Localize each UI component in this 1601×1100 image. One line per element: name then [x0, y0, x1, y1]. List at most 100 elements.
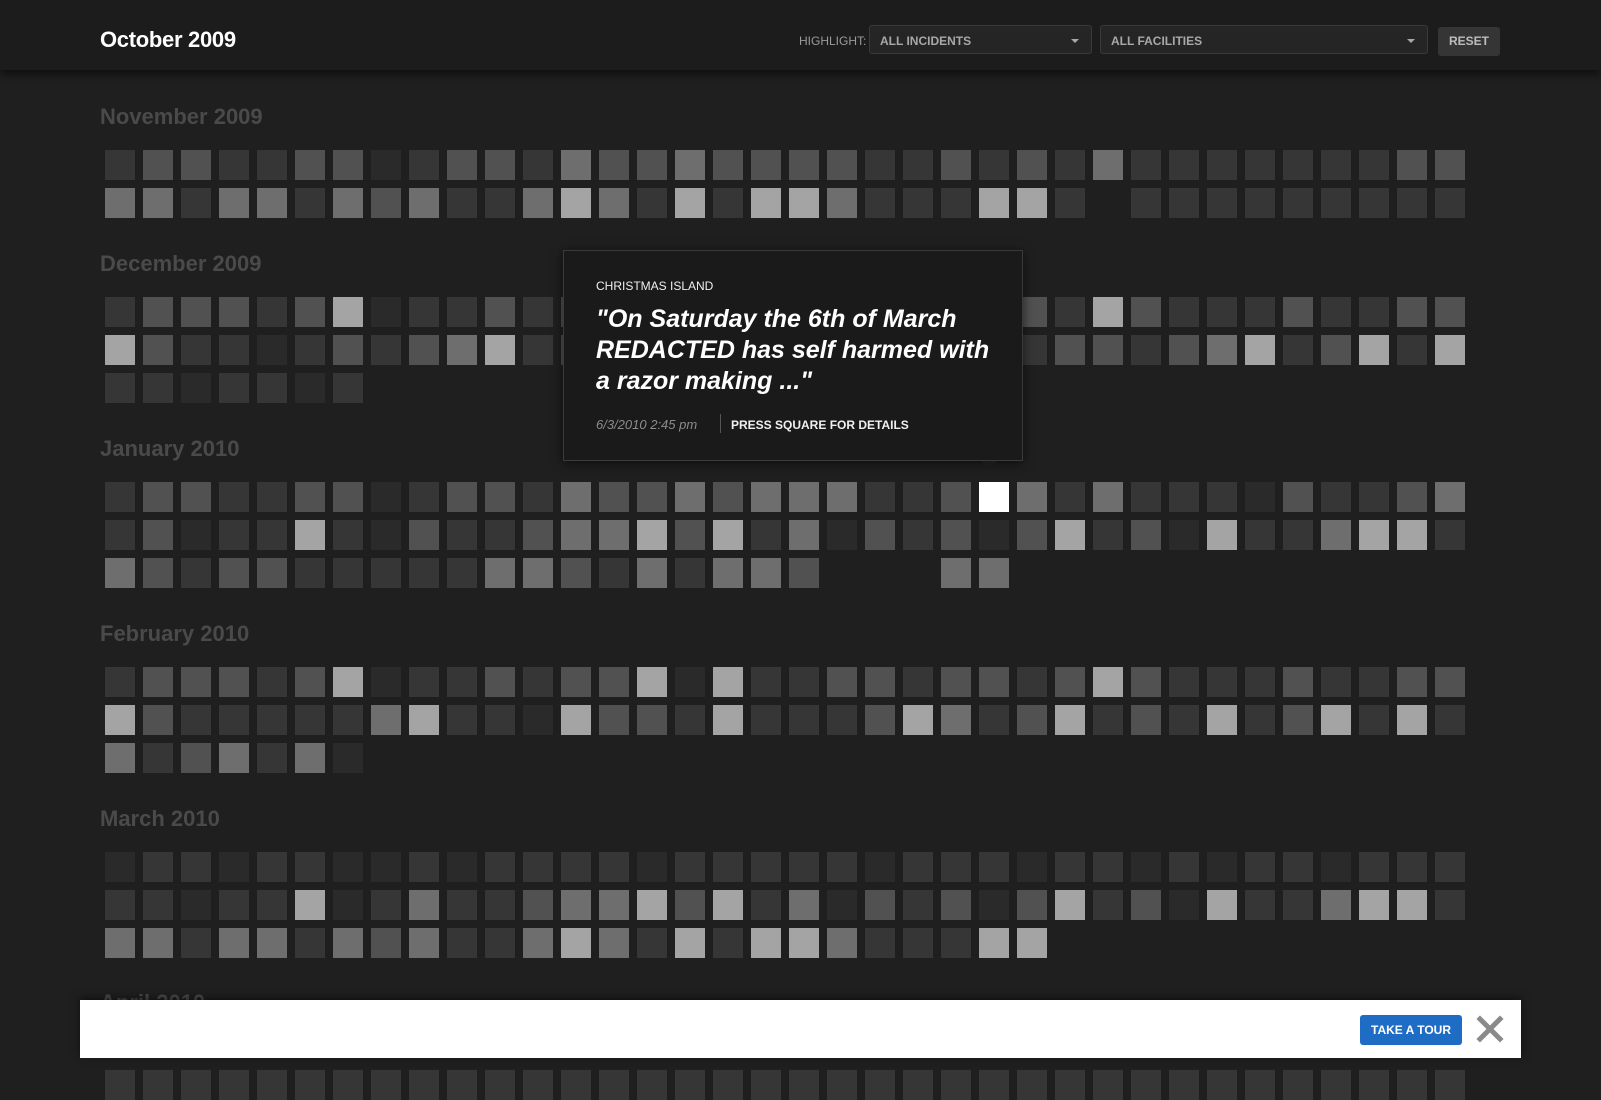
incident-square[interactable] [1435, 520, 1465, 550]
incident-square[interactable] [105, 852, 135, 882]
incident-square[interactable] [219, 150, 249, 180]
incident-square[interactable] [865, 188, 895, 218]
incident-square[interactable] [637, 852, 667, 882]
incident-square[interactable] [1245, 335, 1275, 365]
incident-square[interactable] [295, 335, 325, 365]
incident-square[interactable] [903, 890, 933, 920]
incident-square[interactable] [1321, 188, 1351, 218]
incident-square[interactable] [751, 150, 781, 180]
incident-square[interactable] [1283, 150, 1313, 180]
incident-square[interactable] [143, 705, 173, 735]
incident-square[interactable] [1055, 150, 1085, 180]
incident-square[interactable] [1321, 890, 1351, 920]
incident-square[interactable] [333, 335, 363, 365]
incident-square[interactable] [219, 1070, 249, 1100]
incident-square[interactable] [257, 297, 287, 327]
incident-square[interactable] [409, 928, 439, 958]
incident-square[interactable] [523, 1070, 553, 1100]
incident-square[interactable] [219, 373, 249, 403]
incident-square[interactable] [1207, 667, 1237, 697]
incident-square[interactable] [751, 928, 781, 958]
incident-square[interactable] [1359, 705, 1389, 735]
incident-square[interactable] [257, 520, 287, 550]
incident-square[interactable] [561, 188, 591, 218]
incident-square[interactable] [1093, 705, 1123, 735]
incident-square[interactable] [1397, 150, 1427, 180]
incident-square[interactable] [675, 705, 705, 735]
incident-square[interactable] [1283, 705, 1313, 735]
incident-square[interactable] [865, 150, 895, 180]
incident-square[interactable] [181, 188, 211, 218]
incident-square[interactable] [637, 705, 667, 735]
incident-square[interactable] [333, 667, 363, 697]
incident-square[interactable] [1283, 1070, 1313, 1100]
incident-square[interactable] [713, 558, 743, 588]
incident-square[interactable] [941, 482, 971, 512]
incident-square[interactable] [751, 1070, 781, 1100]
incident-square[interactable] [181, 1070, 211, 1100]
incident-square[interactable] [827, 928, 857, 958]
incident-square[interactable] [143, 150, 173, 180]
incident-square[interactable] [599, 667, 629, 697]
incident-square[interactable] [1245, 150, 1275, 180]
incident-square[interactable] [675, 482, 705, 512]
incident-square[interactable] [447, 335, 477, 365]
incident-square[interactable] [1245, 520, 1275, 550]
incident-square[interactable] [257, 667, 287, 697]
incident-square[interactable] [1169, 520, 1199, 550]
incident-square[interactable] [219, 928, 249, 958]
incident-square[interactable] [941, 890, 971, 920]
incident-square[interactable] [143, 667, 173, 697]
incident-square[interactable] [1321, 667, 1351, 697]
incident-square[interactable] [1245, 890, 1275, 920]
incident-square[interactable] [409, 705, 439, 735]
incident-square[interactable] [1017, 928, 1047, 958]
incident-square[interactable] [371, 928, 401, 958]
incident-square[interactable] [789, 188, 819, 218]
incident-square[interactable] [1169, 852, 1199, 882]
incident-square[interactable] [637, 150, 667, 180]
incident-square[interactable] [789, 558, 819, 588]
incident-square[interactable] [979, 1070, 1009, 1100]
incident-square[interactable] [219, 705, 249, 735]
incident-square[interactable] [105, 558, 135, 588]
incident-square[interactable] [143, 558, 173, 588]
incident-square[interactable] [789, 705, 819, 735]
incident-square[interactable] [219, 297, 249, 327]
incident-square[interactable] [105, 928, 135, 958]
incident-square[interactable] [1093, 1070, 1123, 1100]
incident-square[interactable] [1245, 1070, 1275, 1100]
incident-square[interactable] [1131, 335, 1161, 365]
incident-square[interactable] [1359, 890, 1389, 920]
incident-square[interactable] [143, 335, 173, 365]
incident-square[interactable] [447, 928, 477, 958]
incident-square[interactable] [409, 558, 439, 588]
incident-square[interactable] [713, 150, 743, 180]
incident-square[interactable] [485, 150, 515, 180]
incident-square[interactable] [903, 520, 933, 550]
incident-square[interactable] [1131, 852, 1161, 882]
incident-square[interactable] [257, 928, 287, 958]
incident-square[interactable] [1055, 667, 1085, 697]
incident-square[interactable] [257, 743, 287, 773]
incident-square[interactable] [1435, 335, 1465, 365]
incident-square[interactable] [903, 852, 933, 882]
incident-square[interactable] [1207, 188, 1237, 218]
incident-square[interactable] [1283, 520, 1313, 550]
incident-square[interactable] [105, 188, 135, 218]
incident-square[interactable] [979, 150, 1009, 180]
incident-square[interactable] [561, 667, 591, 697]
incident-square[interactable] [1359, 1070, 1389, 1100]
incident-square[interactable] [979, 482, 1009, 512]
incident-square[interactable] [447, 297, 477, 327]
incident-square[interactable] [333, 373, 363, 403]
incident-square[interactable] [371, 890, 401, 920]
incident-square[interactable] [1397, 852, 1427, 882]
incident-square[interactable] [1321, 520, 1351, 550]
incident-square[interactable] [1321, 1070, 1351, 1100]
incident-square[interactable] [1321, 705, 1351, 735]
incident-square[interactable] [333, 705, 363, 735]
incident-square[interactable] [447, 705, 477, 735]
incident-square[interactable] [599, 1070, 629, 1100]
incident-square[interactable] [1169, 335, 1199, 365]
